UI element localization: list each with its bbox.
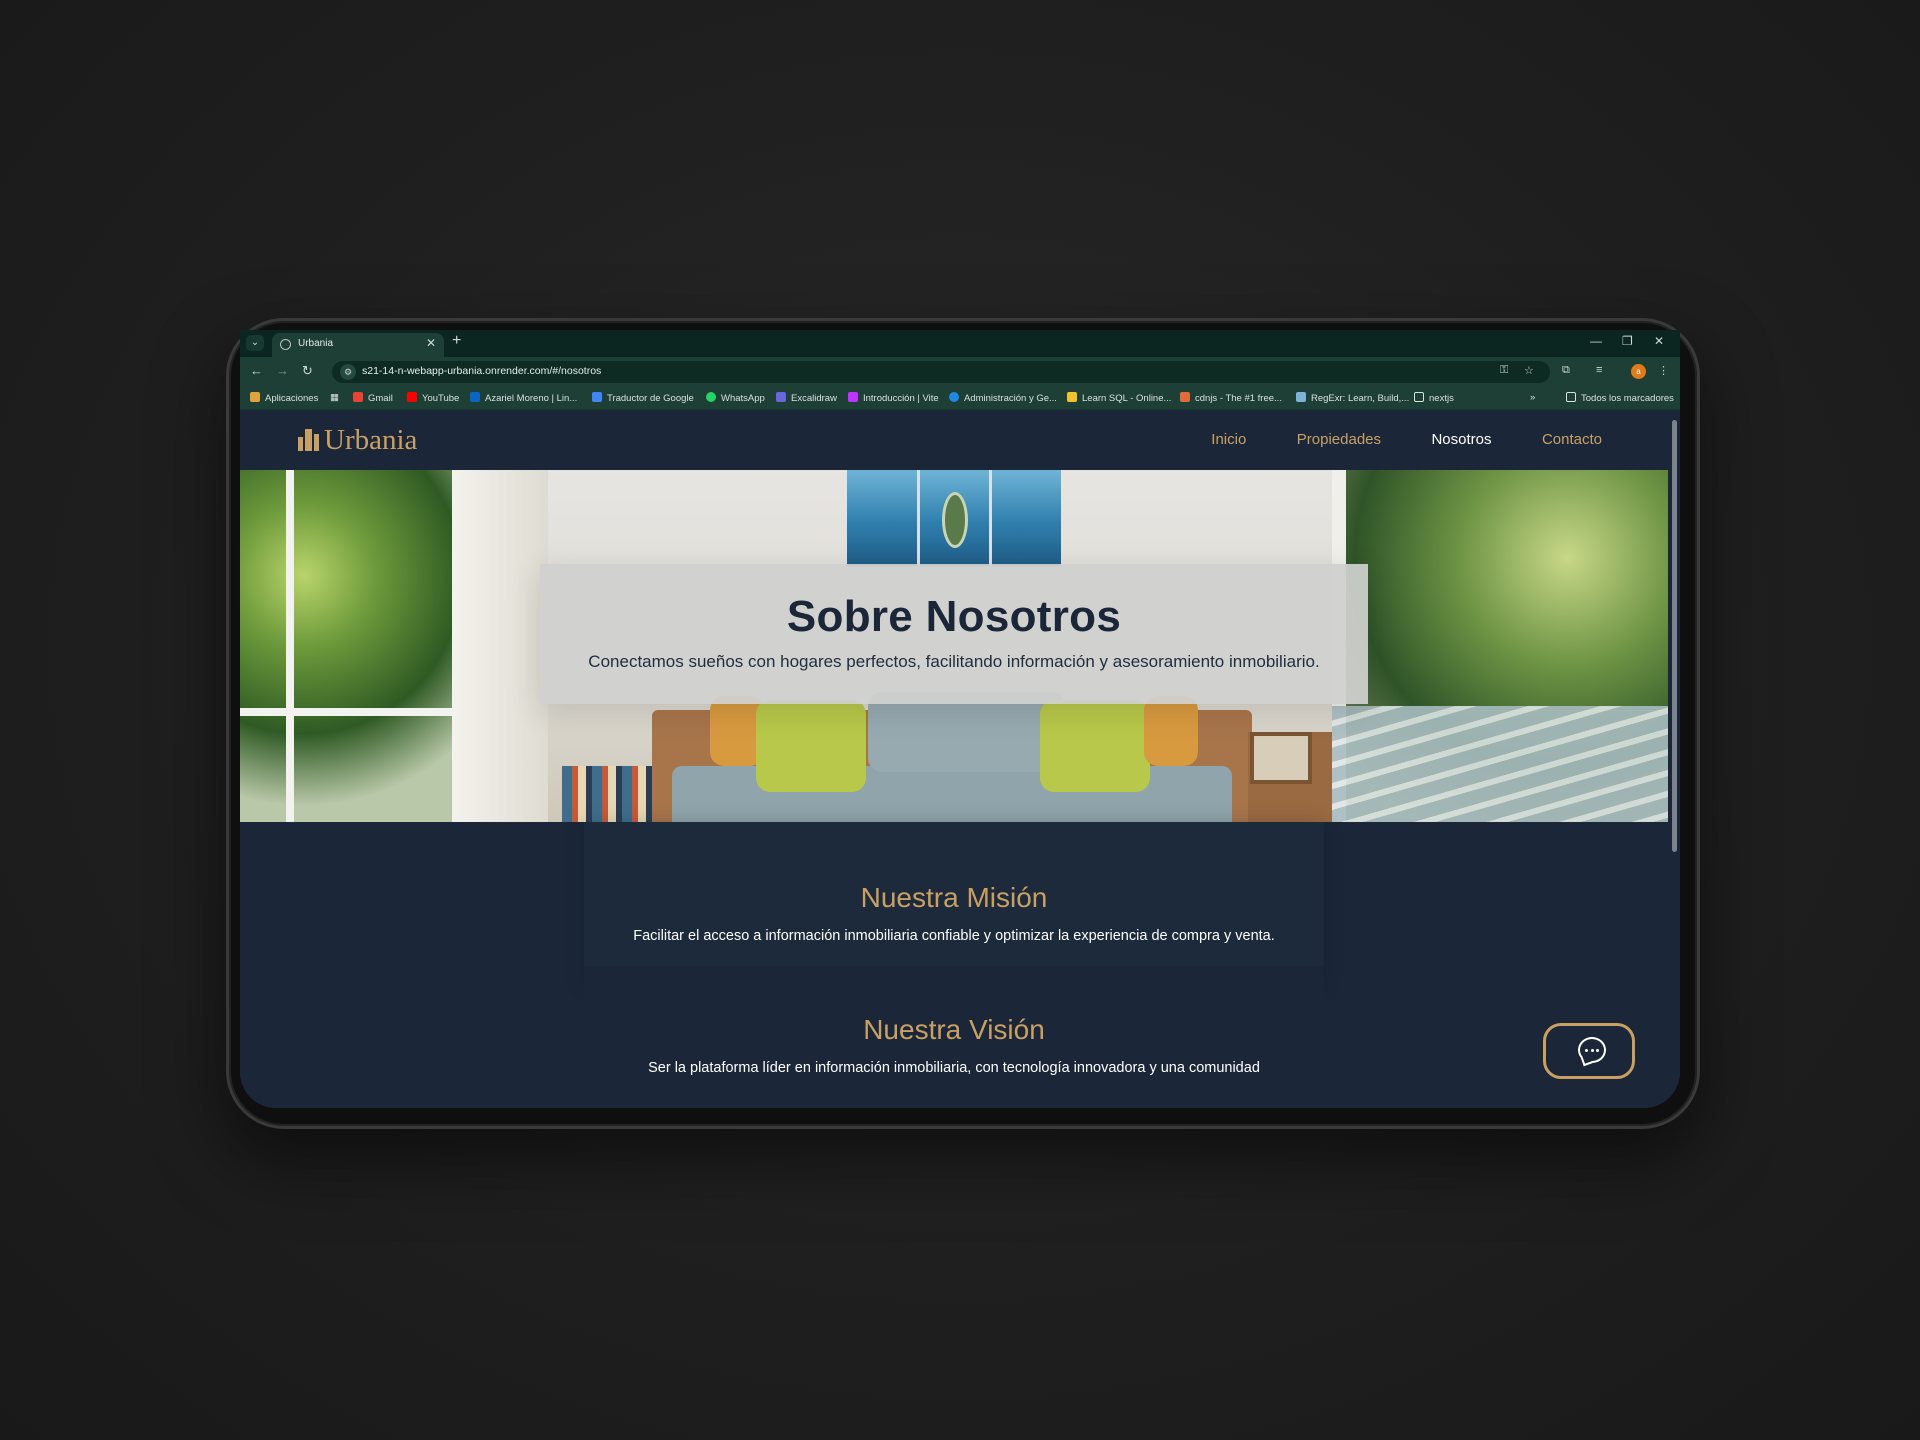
bookmark-excalidraw[interactable]: Excalidraw xyxy=(776,392,837,404)
menu-kebab-icon[interactable]: ⋮ xyxy=(1658,364,1669,377)
whatsapp-icon xyxy=(706,392,716,402)
folder-icon xyxy=(1414,392,1424,402)
hero-banner: Sobre Nosotros Conectamos sueños con hog… xyxy=(240,470,1668,822)
bookmark-administracion[interactable]: Administración y Ge... xyxy=(949,392,1057,404)
tab-strip: ⌄ Urbania ✕ + — ❐ ✕ xyxy=(240,330,1680,357)
vision-title: Nuestra Visión xyxy=(863,1014,1045,1045)
bookmark-youtube[interactable]: YouTube xyxy=(407,392,459,404)
linkedin-icon xyxy=(470,392,480,402)
apps-grid-icon xyxy=(250,392,260,402)
address-bar[interactable]: ⚙ s21-14-n-webapp-urbania.onrender.com/#… xyxy=(332,361,1550,383)
hero-card: Sobre Nosotros Conectamos sueños con hog… xyxy=(540,564,1368,704)
excalidraw-icon xyxy=(776,392,786,402)
gmail-icon xyxy=(353,392,363,402)
sql-icon xyxy=(1067,392,1077,402)
edge-icon xyxy=(949,392,959,402)
page-scrollbar[interactable] xyxy=(1668,410,1680,1108)
bookmark-google-translate[interactable]: Traductor de Google xyxy=(592,392,694,404)
page-title: Sobre Nosotros xyxy=(786,592,1122,641)
bookmark-regexr[interactable]: RegExr: Learn, Build,... xyxy=(1296,392,1409,404)
back-icon[interactable]: ← xyxy=(250,363,263,378)
bookmark-learn-sql[interactable]: Learn SQL - Online... xyxy=(1067,392,1171,404)
password-key-icon[interactable]: ⚿ xyxy=(1500,364,1508,377)
nav-link-contacto[interactable]: Contacto xyxy=(1542,431,1602,448)
nav-menu: Inicio Propiedades Nosotros Contacto xyxy=(1165,431,1602,449)
bookmark-whatsapp[interactable]: WhatsApp xyxy=(706,392,765,404)
more-bookmarks-icon[interactable]: » xyxy=(1530,392,1535,403)
web-page: Urbania Inicio Propiedades Nosotros Cont… xyxy=(240,410,1668,1108)
bookmark-linkedin[interactable]: Azariel Moreno | Lin... xyxy=(470,392,577,404)
mission-title: Nuestra Misión xyxy=(860,882,1048,913)
site-logo[interactable]: Urbania xyxy=(298,424,417,457)
minimize-icon[interactable]: — xyxy=(1590,334,1602,348)
mission-text: Facilitar el acceso a información inmobi… xyxy=(633,928,1275,944)
new-tab-button[interactable]: + xyxy=(452,332,461,350)
site-navbar: Urbania Inicio Propiedades Nosotros Cont… xyxy=(240,410,1668,470)
media-controls-icon[interactable]: ≡ xyxy=(1596,364,1602,376)
site-info-icon[interactable]: ⚙ xyxy=(340,364,356,380)
globe-icon xyxy=(280,339,291,350)
close-tab-icon[interactable]: ✕ xyxy=(426,336,436,350)
tab-groups-icon[interactable]: ▦ xyxy=(330,392,339,403)
chat-button[interactable] xyxy=(1543,1023,1635,1079)
bookmark-star-icon[interactable]: ☆ xyxy=(1524,364,1534,377)
bookmark-cdnjs[interactable]: cdnjs - The #1 free... xyxy=(1180,392,1282,404)
hero-image-turtle-art xyxy=(847,470,1061,566)
regexr-icon xyxy=(1296,392,1306,402)
brand-name: Urbania xyxy=(324,424,418,456)
vision-text: Ser la plataforma líder en información i… xyxy=(648,1060,1260,1076)
all-bookmarks[interactable]: Todos los marcadores xyxy=(1566,392,1674,404)
google-translate-icon xyxy=(592,392,602,402)
hero-image-books xyxy=(562,766,652,822)
forward-icon[interactable]: → xyxy=(276,363,289,378)
url-text[interactable]: s21-14-n-webapp-urbania.onrender.com/#/n… xyxy=(362,365,601,377)
bookmark-nextjs[interactable]: nextjs xyxy=(1414,392,1454,404)
tab-title: Urbania xyxy=(298,338,334,349)
hero-subtitle: Conectamos sueños con hogares perfectos,… xyxy=(588,652,1320,671)
chat-bubble-icon xyxy=(1578,1037,1606,1063)
bookmarks-bar: Aplicaciones ▦ Gmail YouTube Azariel Mor… xyxy=(240,387,1680,410)
browser-tab[interactable]: Urbania ✕ xyxy=(272,333,444,357)
nav-link-nosotros[interactable]: Nosotros xyxy=(1431,431,1491,448)
nav-link-propiedades[interactable]: Propiedades xyxy=(1297,431,1381,448)
close-window-icon[interactable]: ✕ xyxy=(1654,334,1664,348)
vision-section: Nuestra Visión Ser la plataforma líder e… xyxy=(584,966,1324,1108)
bookmark-vite[interactable]: Introducción | Vite xyxy=(848,392,939,404)
folder-icon xyxy=(1566,392,1576,402)
code-icon xyxy=(1180,392,1190,402)
profile-avatar[interactable]: a xyxy=(1631,364,1646,379)
youtube-icon xyxy=(407,392,417,402)
tab-search-button[interactable]: ⌄ xyxy=(246,335,264,351)
nav-link-inicio[interactable]: Inicio xyxy=(1211,431,1246,448)
browser-window: ⌄ Urbania ✕ + — ❐ ✕ ← → ↻ ⚙ s21-14-n-web… xyxy=(240,330,1680,1108)
mission-section: Nuestra Misión Facilitar el acceso a inf… xyxy=(584,822,1324,986)
browser-toolbar: ← → ↻ ⚙ s21-14-n-webapp-urbania.onrender… xyxy=(240,357,1680,387)
bookmark-gmail[interactable]: Gmail xyxy=(353,392,393,404)
reload-icon[interactable]: ↻ xyxy=(302,363,313,379)
bookmark-aplicaciones[interactable]: Aplicaciones xyxy=(250,392,318,404)
scrollbar-thumb[interactable] xyxy=(1672,420,1677,852)
vite-icon xyxy=(848,392,858,402)
hero-image-window xyxy=(240,470,452,822)
restore-icon[interactable]: ❐ xyxy=(1622,334,1633,348)
extensions-icon[interactable]: ⧉ xyxy=(1562,364,1570,377)
building-logo-icon xyxy=(298,429,320,451)
